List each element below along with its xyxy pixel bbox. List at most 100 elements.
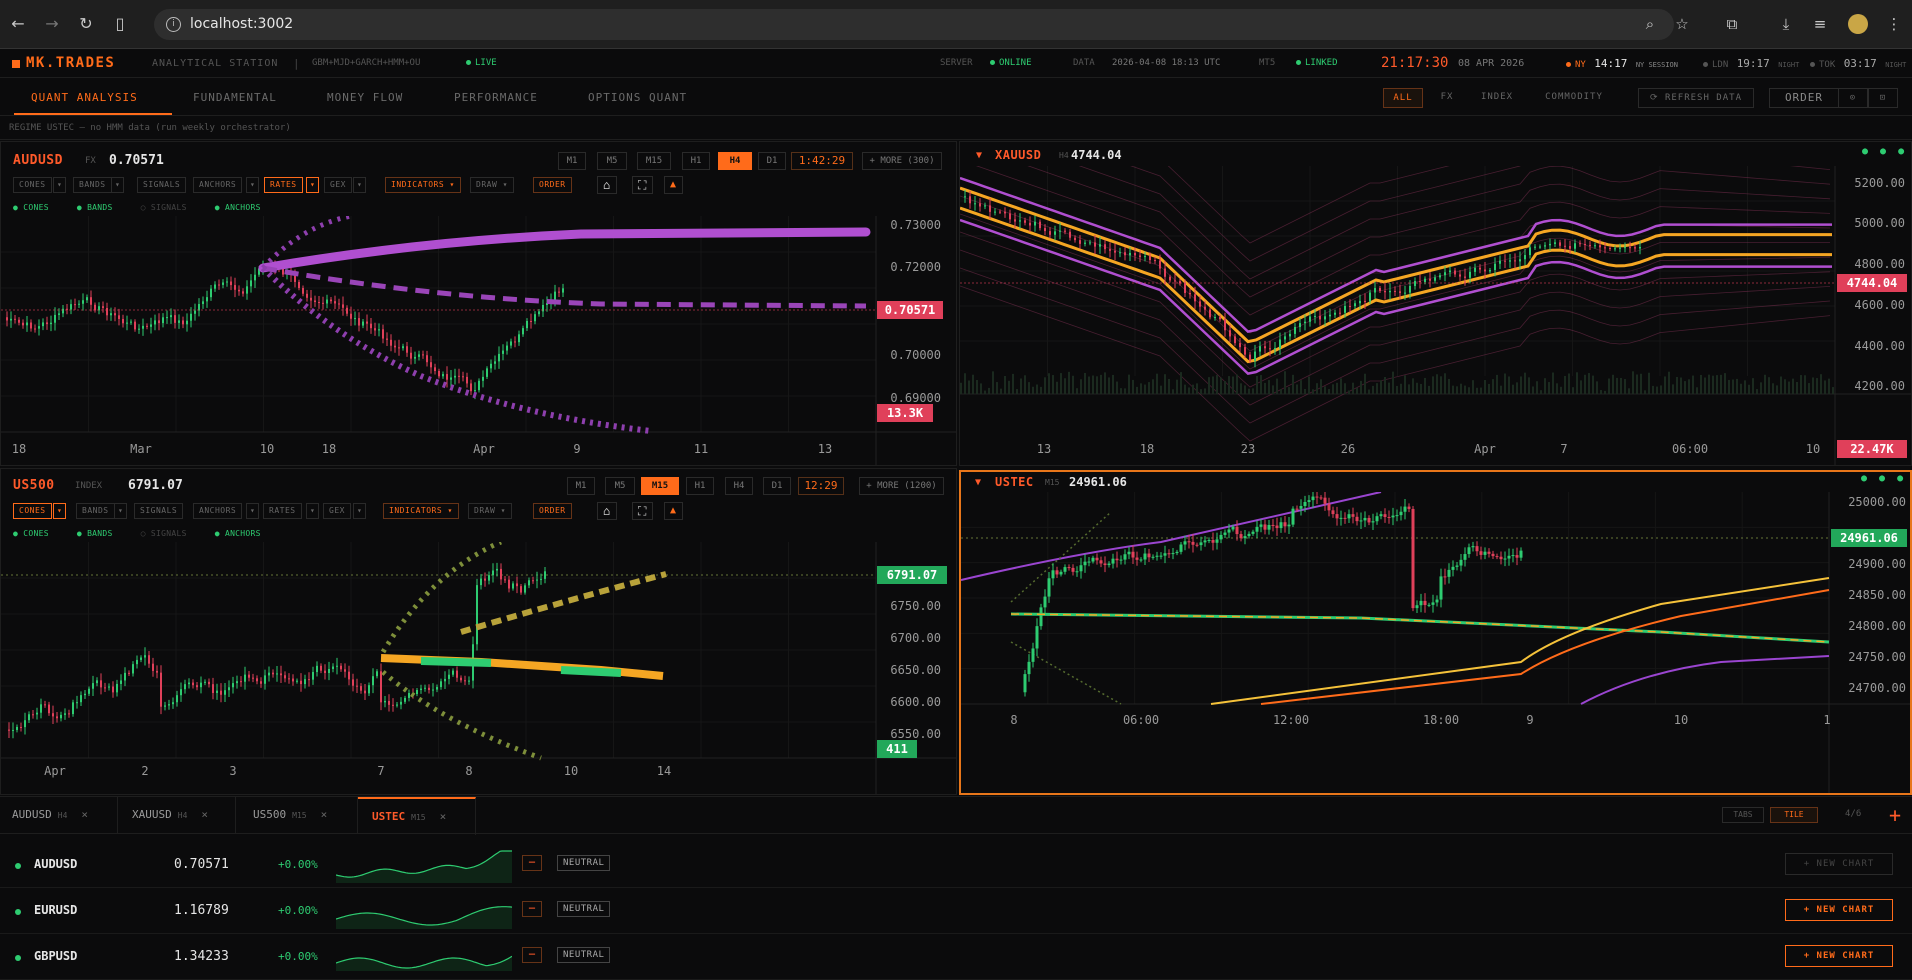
tf-m15[interactable]: M15 <box>641 477 679 495</box>
chart-tab-audusd[interactable]: AUDUSD H4 × <box>0 797 118 833</box>
toggle-rates[interactable]: RATES <box>264 177 303 193</box>
remove-button[interactable]: − <box>522 855 542 871</box>
toggle-anchors[interactable]: ANCHORS <box>193 177 243 193</box>
toggle-anchors[interactable]: ANCHORS <box>193 503 243 519</box>
new-chart-button[interactable]: + NEW CHART <box>1785 945 1893 967</box>
filter-all[interactable]: ALL <box>1383 88 1423 108</box>
tf-d1[interactable]: D1 <box>763 477 791 495</box>
add-chart-button[interactable]: + <box>1889 803 1901 827</box>
tf-m15[interactable]: M15 <box>637 152 671 170</box>
tf-h1[interactable]: H1 <box>686 477 714 495</box>
toggle-signals[interactable]: SIGNALS <box>134 503 184 519</box>
filter-commodity[interactable]: COMMODITY <box>1529 88 1619 108</box>
bookmark-star-icon[interactable]: ☆ <box>1670 12 1694 36</box>
chart-legend: ● CONES ● BANDS ○ SIGNALS ● ANCHORS <box>13 203 261 212</box>
close-icon[interactable]: × <box>81 808 88 821</box>
close-icon[interactable]: × <box>321 808 328 821</box>
reload-icon[interactable]: ↻ <box>74 12 98 36</box>
chart-tab-xauusd[interactable]: XAUUSD H4 × <box>118 797 236 833</box>
tf-m5[interactable]: M5 <box>605 477 635 495</box>
chart-tab-ustec[interactable]: USTEC M15 × <box>358 797 476 835</box>
camera-icon[interactable]: ⌂ <box>597 176 617 194</box>
toggle-bands[interactable]: BANDS <box>76 503 115 519</box>
chart-panel-audusd[interactable]: AUDUSD FX 0.70571 M1 M5 M15 H1 H4 D1 1:4… <box>0 141 957 466</box>
candle-body <box>494 361 496 364</box>
list-item[interactable]: AUDUSD 0.70571 +0.00% − NEUTRAL + NEW CH… <box>0 843 1912 888</box>
draw-dropdown[interactable]: DRAW ▾ <box>470 177 514 193</box>
toggle-rates[interactable]: RATES <box>263 503 302 519</box>
media-icon[interactable]: ≡ <box>1808 12 1832 36</box>
toggle-cones[interactable]: CONES <box>13 503 52 519</box>
chart-tab-us500[interactable]: US500 M15 × <box>236 797 358 833</box>
toggle-gex[interactable]: GEX <box>324 177 352 193</box>
order-button[interactable]: ORDER <box>1769 88 1839 108</box>
ustec-chart-canvas[interactable]: 25000.00 24900.00 24850.00 24800.00 24750.00… <box>961 492 1910 795</box>
address-bar[interactable]: i localhost:3002 <box>154 9 1674 40</box>
layout-tile-button[interactable]: TILE <box>1770 807 1818 823</box>
collapse-icon[interactable]: ▼ <box>976 150 982 161</box>
filter-fx[interactable]: FX <box>1429 88 1465 108</box>
alert-icon[interactable]: ▲ <box>664 502 683 520</box>
draw-dropdown[interactable]: DRAW ▾ <box>468 503 512 519</box>
chart-panel-xauusd[interactable]: ▼ XAUUSD H4 4744.04 ● ● ● 5200.00 5000.00… <box>959 141 1912 466</box>
close-icon[interactable]: × <box>201 808 208 821</box>
tab-performance[interactable]: PERFORMANCE <box>454 91 538 104</box>
toggle-gex[interactable]: GEX <box>323 503 351 519</box>
toggle-cones[interactable]: CONES <box>13 177 52 193</box>
tf-m5[interactable]: M5 <box>597 152 627 170</box>
split-view-icon[interactable]: ▯ <box>108 12 132 36</box>
candle-body <box>1419 281 1421 283</box>
indicators-dropdown[interactable]: INDICATORS ▾ <box>385 177 461 193</box>
extensions-icon[interactable]: ⧉ <box>1720 12 1744 36</box>
indicators-dropdown[interactable]: INDICATORS ▾ <box>383 503 459 519</box>
new-chart-button[interactable]: + NEW CHART <box>1785 853 1893 875</box>
xauusd-chart-canvas[interactable]: 5200.00 5000.00 4800.00 4600.00 4400.00 4200.… <box>960 166 1912 466</box>
remove-button[interactable]: − <box>522 901 542 917</box>
layout-tabs-button[interactable]: TABS <box>1722 807 1764 823</box>
expand-icon[interactable]: ⛶ <box>632 176 653 194</box>
refresh-data-button[interactable]: ⟳ REFRESH DATA <box>1638 88 1754 108</box>
tf-m1[interactable]: M1 <box>558 152 586 170</box>
toggle-bands[interactable]: BANDS <box>73 177 112 193</box>
tab-options-quant[interactable]: OPTIONS QUANT <box>588 91 687 104</box>
tf-h1[interactable]: H1 <box>682 152 710 170</box>
list-item[interactable]: EURUSD 1.16789 +0.00% − NEUTRAL + NEW CH… <box>0 889 1912 934</box>
chart-panel-ustec[interactable]: ▼ USTEC M15 24961.06 ● ● ● 25000.00 24900… <box>959 470 1912 795</box>
more-bars-button[interactable]: + MORE (300) <box>862 152 942 170</box>
tab-fundamental[interactable]: FUNDAMENTAL <box>193 91 277 104</box>
settings-icon[interactable]: ⊙ <box>1838 88 1868 108</box>
profile-avatar[interactable] <box>1848 14 1868 34</box>
tab-money-flow[interactable]: MONEY FLOW <box>327 91 403 104</box>
camera-icon[interactable]: ⌂ <box>597 502 617 520</box>
tf-d1[interactable]: D1 <box>758 152 786 170</box>
filter-index[interactable]: INDEX <box>1467 88 1527 108</box>
remove-button[interactable]: − <box>522 947 542 963</box>
toggle-signals[interactable]: SIGNALS <box>137 177 187 193</box>
audusd-chart-canvas[interactable]: 0.730000.720000.710000.700000.6900018Mar… <box>1 216 957 466</box>
candle-body <box>1183 541 1187 545</box>
collapse-icon[interactable]: ▼ <box>975 477 981 488</box>
chart-panel-us500[interactable]: US500 INDEX 6791.07 M1 M5 M15 H1 H4 D1 1… <box>0 468 957 795</box>
tab-quant-analysis[interactable]: QUANT ANALYSIS <box>31 91 138 104</box>
menu-icon[interactable]: ⋮ <box>1882 12 1906 36</box>
us500-chart-canvas[interactable]: 6750.00 6700.00 6650.00 6600.00 6550.00 Apr 2 3… <box>1 542 957 795</box>
site-info-icon[interactable]: i <box>166 17 181 32</box>
tf-m1[interactable]: M1 <box>567 477 595 495</box>
list-item[interactable]: GBPUSD 1.34233 +0.00% − NEUTRAL + NEW CH… <box>0 935 1912 980</box>
more-bars-button[interactable]: + MORE (1200) <box>859 477 944 495</box>
new-chart-button[interactable]: + NEW CHART <box>1785 899 1893 921</box>
forward-icon[interactable]: → <box>40 12 64 36</box>
panel-order-button[interactable]: ORDER <box>533 503 572 519</box>
url-text[interactable]: localhost:3002 <box>190 16 293 32</box>
back-icon[interactable]: ← <box>6 12 30 36</box>
fullscreen-icon[interactable]: ⊡ <box>1868 88 1898 108</box>
download-icon[interactable]: ⤓ <box>1774 12 1798 36</box>
tf-h4[interactable]: H4 <box>725 477 753 495</box>
close-icon[interactable]: × <box>440 810 447 823</box>
alert-icon[interactable]: ▲ <box>664 176 683 194</box>
expand-icon[interactable]: ⛶ <box>632 502 653 520</box>
panel-order-button[interactable]: ORDER <box>533 177 572 193</box>
panel-symbol: AUDUSD <box>13 153 63 168</box>
tf-h4[interactable]: H4 <box>718 152 752 170</box>
zoom-icon[interactable]: ⌕ <box>1638 12 1662 36</box>
